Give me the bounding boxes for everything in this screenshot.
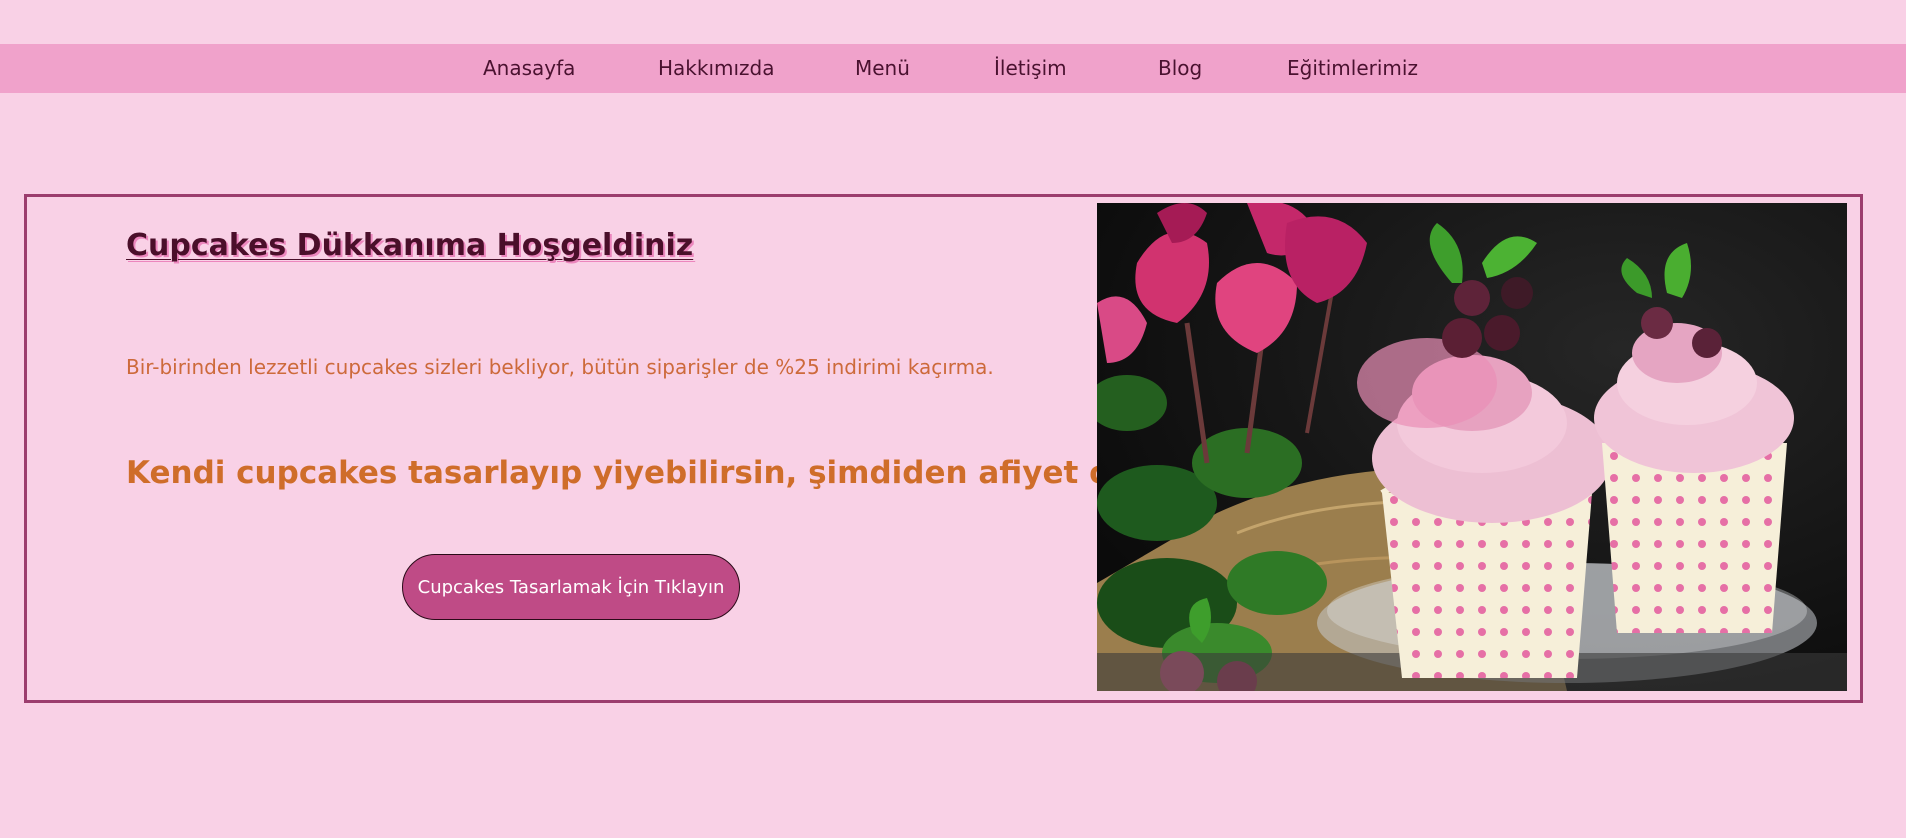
nav-item-iletisim[interactable]: İletişim xyxy=(994,44,1067,93)
nav-item-anasayfa[interactable]: Anasayfa xyxy=(483,44,575,93)
cupcakes-photo xyxy=(1097,203,1847,691)
hero-title: Cupcakes Dükkanıma Hoşgeldiniz xyxy=(126,228,694,263)
nav-item-blog[interactable]: Blog xyxy=(1158,44,1202,93)
design-cupcakes-button[interactable]: Cupcakes Tasarlamak İçin Tıklayın xyxy=(402,554,740,620)
nav-item-menu[interactable]: Menü xyxy=(855,44,910,93)
hero-description: Bir-birinden lezzetli cupcakes sizleri b… xyxy=(126,355,994,379)
hero-slogan: Kendi cupcakes tasarlayıp yiyebilirsin, … xyxy=(126,455,1196,491)
nav-item-egitimlerimiz[interactable]: Eğitimlerimiz xyxy=(1287,44,1418,93)
nav-item-hakkimizda[interactable]: Hakkımızda xyxy=(658,44,775,93)
main-navbar: Anasayfa Hakkımızda Menü İletişim Blog E… xyxy=(0,44,1906,93)
